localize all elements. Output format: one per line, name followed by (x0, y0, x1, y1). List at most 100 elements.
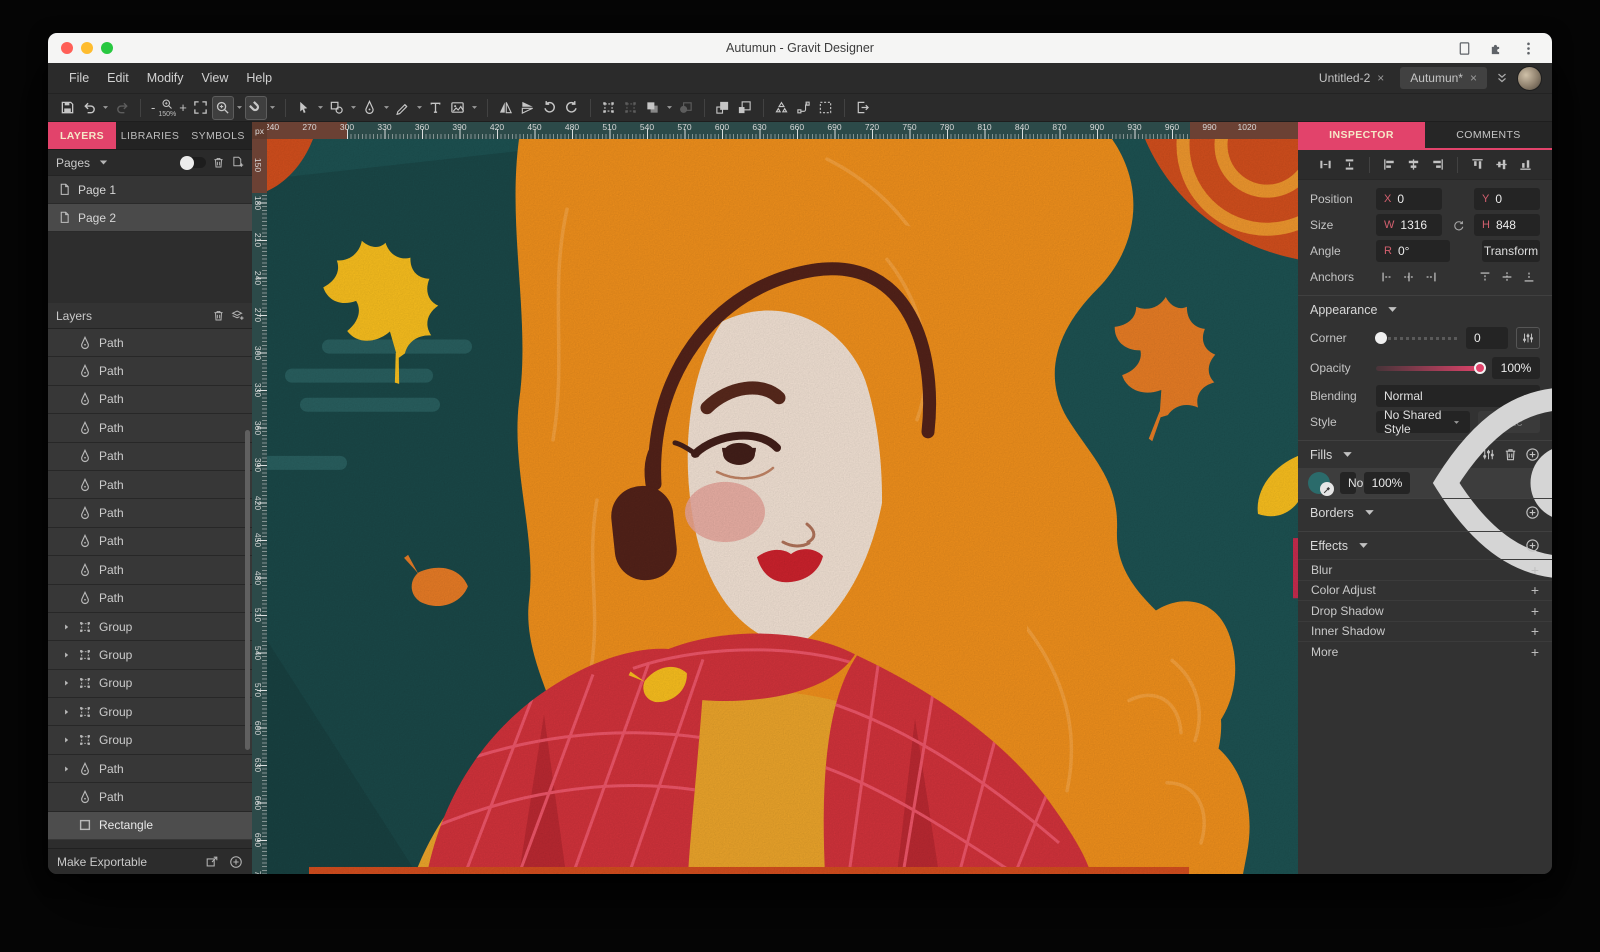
marquee-button[interactable] (815, 96, 837, 120)
page-item[interactable]: Page 2 (48, 204, 252, 232)
expand-triangle-icon[interactable] (62, 705, 71, 719)
menu-modify[interactable]: Modify (138, 63, 193, 93)
add-effect-icon[interactable]: + (1531, 582, 1539, 598)
minimize-window-button[interactable] (81, 42, 93, 54)
menu-help[interactable]: Help (237, 63, 281, 93)
fill-color-swatch[interactable] (1308, 471, 1332, 495)
canvas-area[interactable]: px 2402703003303603904204504805105405706… (252, 122, 1298, 874)
make-exportable-bar[interactable]: Make Exportable (48, 848, 252, 874)
tab-layers[interactable]: LAYERS (48, 122, 116, 149)
layer-row-path[interactable]: Path (48, 386, 252, 414)
boolean-button[interactable] (642, 96, 664, 120)
add-export-icon[interactable] (229, 855, 243, 869)
layer-row-group[interactable]: Group (48, 726, 252, 754)
layer-row-path[interactable]: Path (48, 755, 252, 783)
pen-tool-button[interactable] (359, 96, 381, 120)
mask-button[interactable] (675, 96, 697, 120)
align-right-icon[interactable] (1430, 157, 1445, 172)
close-tab-icon[interactable]: × (1377, 71, 1384, 85)
menu-file[interactable]: File (60, 63, 98, 93)
effect-item-inner-shadow[interactable]: Inner Shadow+ (1298, 621, 1552, 642)
pages-caret-icon[interactable] (97, 156, 110, 169)
send-backward-button[interactable] (734, 96, 756, 120)
size-width-field[interactable]: W 1316 (1376, 214, 1442, 236)
anchor-middle-icon[interactable] (1500, 270, 1514, 284)
anchor-left-icon[interactable] (1380, 270, 1394, 284)
zoom-level-control[interactable]: 150% (158, 98, 176, 118)
layer-row-path[interactable]: Path (48, 556, 252, 584)
anchor-center-icon[interactable] (1402, 270, 1416, 284)
layer-row-path[interactable]: Path (48, 471, 252, 499)
add-page-icon[interactable] (231, 156, 244, 169)
pointer-caret-icon[interactable] (316, 103, 325, 112)
bring-forward-button[interactable] (712, 96, 734, 120)
ungroup-button[interactable] (620, 96, 642, 120)
menu-edit[interactable]: Edit (98, 63, 138, 93)
freehand-caret-icon[interactable] (415, 103, 424, 112)
borders-add-icon[interactable] (1525, 505, 1540, 520)
add-layer-icon[interactable] (231, 309, 244, 322)
angle-field[interactable]: R 0° (1376, 240, 1450, 262)
expand-triangle-icon[interactable] (62, 648, 71, 662)
more-tabs-icon[interactable] (1495, 71, 1509, 85)
effect-item-blur[interactable]: Blur+ (1298, 559, 1552, 580)
layers-scrollbar[interactable] (245, 430, 250, 750)
anchor-bottom-icon[interactable] (1522, 270, 1536, 284)
document-tab[interactable]: Untitled-2× (1309, 67, 1394, 89)
zoom-window-button[interactable] (101, 42, 113, 54)
ruler-unit[interactable]: px (252, 122, 267, 139)
layer-row-group[interactable]: Group (48, 641, 252, 669)
connector-button[interactable] (793, 96, 815, 120)
shape-caret-icon[interactable] (349, 103, 358, 112)
flip-horizontal-button[interactable] (495, 96, 517, 120)
fill-opacity-field[interactable]: 100% (1364, 472, 1410, 494)
layer-row-group[interactable]: Group (48, 613, 252, 641)
zoom-tool-button[interactable] (212, 96, 234, 120)
redo-button[interactable] (111, 96, 133, 120)
align-top-icon[interactable] (1470, 157, 1485, 172)
add-effect-icon[interactable]: + (1531, 644, 1539, 660)
effects-add-icon[interactable] (1525, 538, 1540, 553)
document-tab[interactable]: Autumun*× (1400, 67, 1487, 89)
effect-item-more[interactable]: More+ (1298, 641, 1552, 662)
anchor-right-icon[interactable] (1424, 270, 1438, 284)
make-exportable-icon[interactable] (205, 855, 219, 869)
snap-tool-button[interactable] (245, 96, 267, 120)
distribute-horizontal-icon[interactable] (1318, 157, 1333, 172)
pages-toggle[interactable] (180, 157, 206, 168)
appearance-header[interactable]: Appearance (1298, 296, 1552, 323)
rotate-cw-button[interactable] (561, 96, 583, 120)
browser-menu-icon[interactable] (1521, 41, 1536, 56)
zoom-in-button[interactable]: + (176, 100, 190, 115)
tab-inspector[interactable]: INSPECTOR (1298, 122, 1425, 148)
size-height-field[interactable]: H 848 (1474, 214, 1540, 236)
layer-row-path[interactable]: Path (48, 528, 252, 556)
layer-row-path[interactable]: Path (48, 414, 252, 442)
convert-to-path-button[interactable] (771, 96, 793, 120)
constrain-proportions-icon[interactable] (1452, 219, 1465, 232)
pen-caret-icon[interactable] (382, 103, 391, 112)
save-button[interactable] (56, 96, 78, 120)
align-left-icon[interactable] (1382, 157, 1397, 172)
layer-row-rect[interactable]: Rectangle (48, 812, 252, 840)
add-effect-icon[interactable]: + (1531, 623, 1539, 639)
tab-comments[interactable]: COMMENTS (1425, 122, 1552, 148)
export-button[interactable] (852, 96, 874, 120)
pointer-tool-button[interactable] (293, 96, 315, 120)
opacity-slider[interactable] (1376, 366, 1484, 371)
add-effect-icon[interactable]: + (1531, 603, 1539, 619)
align-middle-icon[interactable] (1494, 157, 1509, 172)
tab-symbols[interactable]: SYMBOLS (184, 122, 252, 149)
flip-vertical-button[interactable] (517, 96, 539, 120)
artwork[interactable] (267, 139, 1298, 874)
corner-slider[interactable] (1376, 337, 1458, 340)
zoom-out-button[interactable]: - (148, 100, 158, 115)
position-y-field[interactable]: Y 0 (1474, 188, 1540, 210)
expand-triangle-icon[interactable] (62, 762, 71, 776)
close-tab-icon[interactable]: × (1470, 71, 1477, 85)
undo-button[interactable] (78, 96, 100, 120)
effects-header[interactable]: Effects (1298, 532, 1552, 559)
effect-item-drop-shadow[interactable]: Drop Shadow+ (1298, 600, 1552, 621)
layer-row-group[interactable]: Group (48, 698, 252, 726)
boolean-caret-icon[interactable] (665, 103, 674, 112)
